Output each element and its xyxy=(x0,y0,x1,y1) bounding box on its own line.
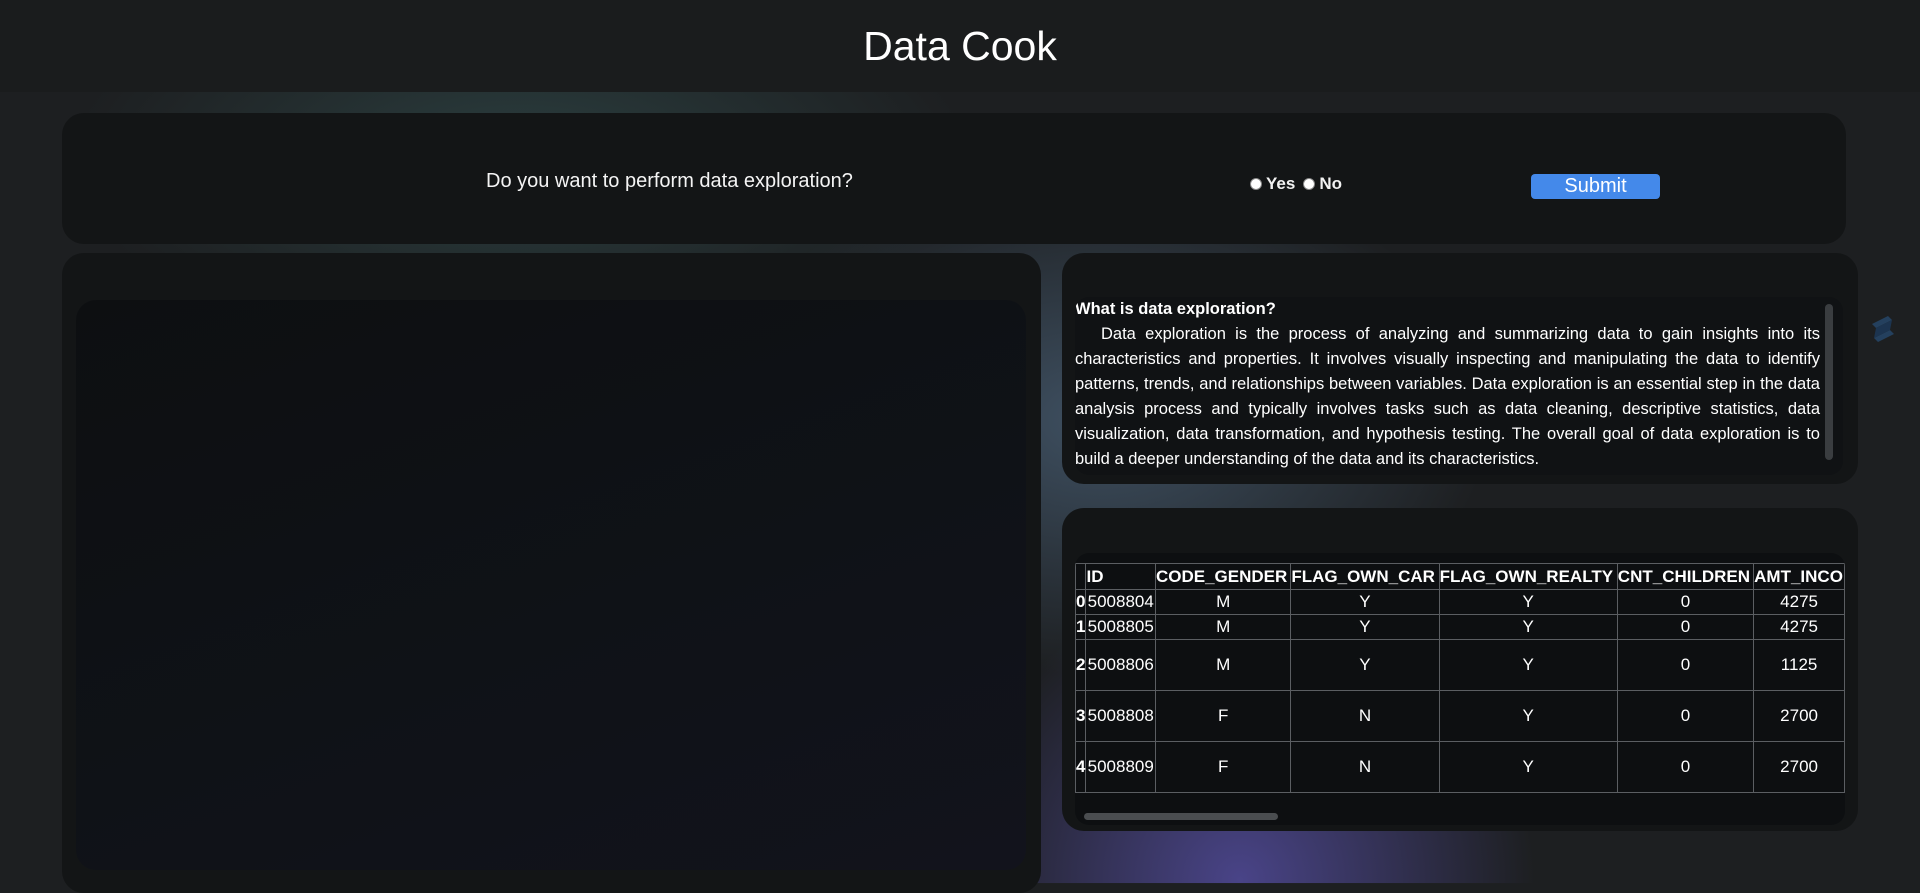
table-cell: Y xyxy=(1438,589,1618,615)
table-scroll-area[interactable]: ID CODE_GENDER FLAG_OWN_CAR FLAG_OWN_REA… xyxy=(1075,553,1845,825)
radio-no-label[interactable]: No xyxy=(1319,174,1342,194)
table-cell: Y xyxy=(1438,741,1618,793)
column-header: CODE_GENDER xyxy=(1154,563,1292,590)
table-cell: 0 xyxy=(1616,639,1755,691)
streamlit-logo-icon[interactable] xyxy=(1866,308,1898,348)
info-title: What is data exploration? xyxy=(1075,300,1276,318)
question-text: Do you want to perform data exploration? xyxy=(486,170,853,192)
table-cell: M xyxy=(1154,639,1292,691)
table-cell: M xyxy=(1154,614,1292,640)
table-cell: M xyxy=(1154,589,1292,615)
table-cell: 4 xyxy=(1075,741,1087,793)
table-cell: 5008805 xyxy=(1085,614,1156,640)
table-row: 0 5008804 M Y Y 0 4275 xyxy=(1075,589,1845,615)
column-header: FLAG_OWN_REALTY xyxy=(1438,563,1618,590)
table-cell: 0 xyxy=(1075,589,1087,615)
column-header: FLAG_OWN_CAR xyxy=(1290,563,1440,590)
radio-no[interactable] xyxy=(1303,178,1316,190)
table-cell: 0 xyxy=(1616,589,1755,615)
info-scroll-area[interactable]: What is data exploration? Data explorati… xyxy=(1075,297,1843,475)
table-cell: 5008809 xyxy=(1085,741,1156,793)
table-cell: 5008804 xyxy=(1085,589,1156,615)
table-row: 4 5008809 F N Y 0 2700 xyxy=(1075,741,1845,793)
table-cell: 5008808 xyxy=(1085,690,1156,742)
table-cell: F xyxy=(1154,690,1292,742)
table-cell: Y xyxy=(1438,639,1618,691)
table-cell: 3 xyxy=(1075,690,1087,742)
table-cell: 5008806 xyxy=(1085,639,1156,691)
table-cell: Y xyxy=(1290,589,1440,615)
table-cell: Y xyxy=(1290,639,1440,691)
table-cell: 2700 xyxy=(1753,741,1845,793)
radio-yes-label[interactable]: Yes xyxy=(1266,174,1295,194)
info-scrollbar[interactable] xyxy=(1825,304,1833,460)
table-cell: 0 xyxy=(1616,741,1755,793)
radio-group: Yes No xyxy=(1250,174,1350,194)
table-cell: N xyxy=(1290,741,1440,793)
app-title: Data Cook xyxy=(863,22,1057,69)
column-header: ID xyxy=(1085,563,1156,590)
table-cell: 2 xyxy=(1075,639,1087,691)
data-table: ID CODE_GENDER FLAG_OWN_CAR FLAG_OWN_REA… xyxy=(1075,563,1845,793)
table-cell: F xyxy=(1154,741,1292,793)
table-cell: Y xyxy=(1438,614,1618,640)
radio-yes[interactable] xyxy=(1250,178,1262,190)
column-header: CNT_CHILDREN xyxy=(1616,563,1755,590)
info-body: Data exploration is the process of analy… xyxy=(1075,325,1820,468)
visualization-area xyxy=(76,300,1026,870)
table-horizontal-scrollbar[interactable] xyxy=(1084,813,1278,820)
table-cell: 0 xyxy=(1616,614,1755,640)
app-header: Data Cook xyxy=(0,0,1920,92)
table-row: 1 5008805 M Y Y 0 4275 xyxy=(1075,614,1845,640)
table-cell: 1125 xyxy=(1753,639,1845,691)
table-cell: Y xyxy=(1438,690,1618,742)
table-cell: 1 xyxy=(1075,614,1087,640)
table-cell: 4275 xyxy=(1753,589,1845,615)
table-header-row: ID CODE_GENDER FLAG_OWN_CAR FLAG_OWN_REA… xyxy=(1075,563,1845,590)
column-header xyxy=(1075,563,1087,590)
table-row: 2 5008806 M Y Y 0 1125 xyxy=(1075,639,1845,691)
table-cell: 0 xyxy=(1616,690,1755,742)
column-header: AMT_INCO xyxy=(1753,563,1845,590)
table-cell: N xyxy=(1290,690,1440,742)
table-cell: Y xyxy=(1290,614,1440,640)
info-text: What is data exploration? Data explorati… xyxy=(1075,297,1820,472)
table-row: 3 5008808 F N Y 0 2700 xyxy=(1075,690,1845,742)
table-cell: 4275 xyxy=(1753,614,1845,640)
submit-button[interactable]: Submit xyxy=(1531,174,1660,199)
table-cell: 2700 xyxy=(1753,690,1845,742)
